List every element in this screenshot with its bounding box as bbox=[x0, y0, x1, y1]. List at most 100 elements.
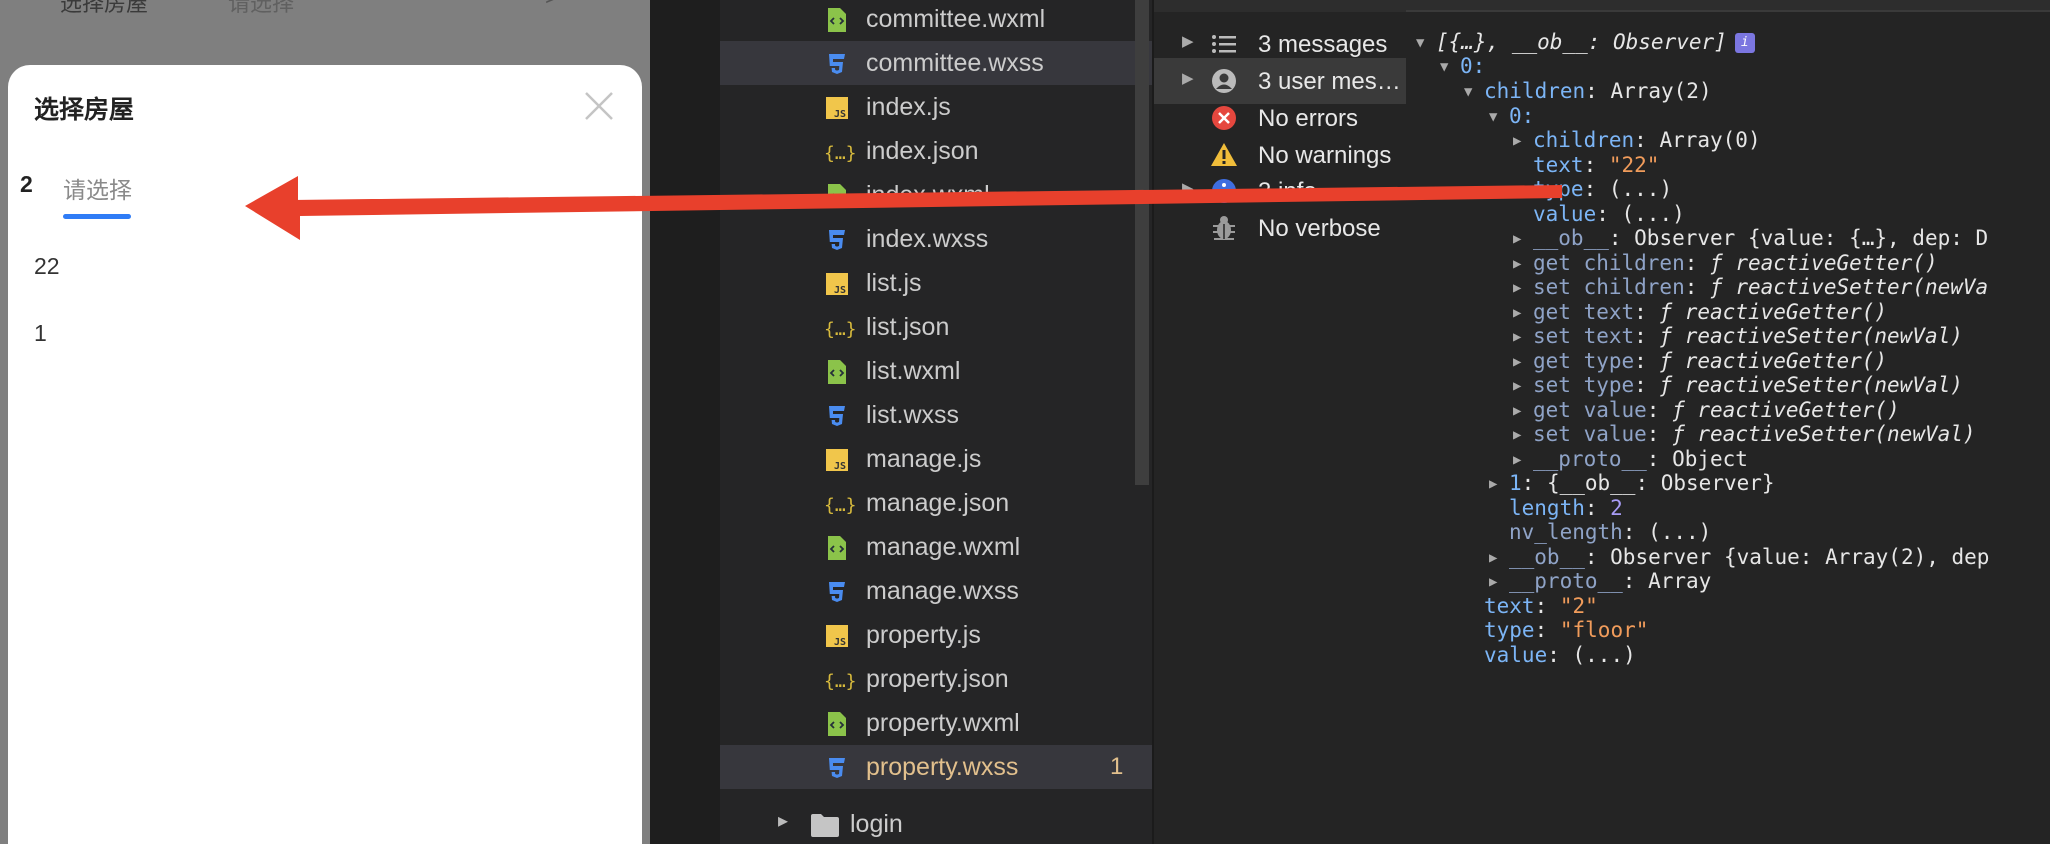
file-item[interactable]: {…} index.json bbox=[720, 129, 1152, 173]
prop-value: (...) bbox=[1648, 520, 1712, 544]
file-item[interactable]: committee.wxss bbox=[720, 41, 1152, 85]
file-name: list.json bbox=[866, 313, 950, 341]
node-key: 0: bbox=[1460, 54, 1486, 78]
js-file-icon: JS bbox=[824, 271, 850, 297]
close-icon[interactable] bbox=[582, 89, 616, 123]
file-item[interactable]: index.wxss bbox=[720, 217, 1152, 261]
node-value: reactiveSetter(newVal) bbox=[1697, 422, 1976, 446]
file-item[interactable]: manage.wxss bbox=[720, 569, 1152, 613]
node-key: children bbox=[1533, 128, 1635, 152]
filter-verbose[interactable]: No verbose bbox=[1154, 205, 1408, 251]
wxml-file-icon bbox=[824, 711, 850, 737]
file-name: index.js bbox=[866, 93, 951, 121]
prop-key: value bbox=[1484, 643, 1548, 667]
house-picker-sheet: 选择房屋 2 请选择 22 1 bbox=[8, 65, 642, 844]
console-sidebar: ▶ 3 messages ▶ 3 user mes… No errors No … bbox=[1152, 0, 1410, 844]
triangle-down-icon: ▼ bbox=[1416, 35, 1425, 51]
folder-icon bbox=[811, 814, 839, 837]
expand-triangle-icon: ▶ bbox=[1182, 33, 1194, 50]
file-item[interactable]: list.wxml bbox=[720, 349, 1152, 393]
file-item[interactable]: property.wxml bbox=[720, 701, 1152, 745]
prop-value: (...) bbox=[1572, 643, 1636, 667]
sheet-title: 选择房屋 bbox=[34, 96, 135, 124]
node-key: __proto__ bbox=[1509, 569, 1623, 593]
prop-key: type bbox=[1484, 618, 1535, 642]
file-explorer: committee.wxml committee.wxss JS index.js {…… bbox=[720, 0, 1152, 844]
js-file-icon: JS bbox=[824, 623, 850, 649]
file-name: property.wxss bbox=[866, 753, 1019, 781]
js-file-icon: JS bbox=[824, 447, 850, 473]
json-file-icon: {…} bbox=[824, 315, 857, 341]
svg-text:JS: JS bbox=[834, 461, 846, 472]
console-toolbar bbox=[1154, 0, 1408, 12]
bug-icon bbox=[1213, 216, 1235, 240]
node-value: Observer {value: {…}, dep: D bbox=[1634, 226, 1989, 250]
tree-prop[interactable]: value: (...) bbox=[1484, 640, 1636, 670]
file-item[interactable]: index.wxml bbox=[720, 173, 1152, 217]
file-item[interactable]: {…} list.json bbox=[720, 305, 1152, 349]
warning-icon bbox=[1211, 143, 1237, 166]
file-item[interactable]: committee.wxml bbox=[720, 0, 1152, 41]
node-key: set children bbox=[1533, 275, 1685, 299]
user-icon bbox=[1212, 69, 1236, 93]
svg-text:JS: JS bbox=[834, 109, 846, 120]
wxss-file-icon bbox=[824, 579, 850, 605]
prop-value: "floor" bbox=[1559, 618, 1649, 642]
file-name: property.js bbox=[866, 621, 981, 649]
expand-triangle-icon: ▶ bbox=[1182, 70, 1194, 87]
caret-right-icon: ▸ bbox=[778, 810, 789, 832]
file-item[interactable]: {…} manage.json bbox=[720, 481, 1152, 525]
option-item[interactable]: 1 bbox=[34, 320, 47, 347]
wxss-file-icon bbox=[824, 227, 850, 253]
prop-key: type bbox=[1533, 177, 1584, 201]
file-item[interactable]: {…} property.json bbox=[720, 657, 1152, 701]
node-value: reactiveSetter(newVal) bbox=[1684, 324, 1963, 348]
json-file-icon: {…} bbox=[824, 667, 857, 693]
file-name: property.json bbox=[866, 665, 1009, 693]
node-key: __ob__ bbox=[1533, 226, 1609, 250]
filter-label: No verbose bbox=[1258, 215, 1381, 242]
triangle-down-icon: ▼ bbox=[1464, 84, 1473, 100]
file-name: list.wxml bbox=[866, 357, 961, 385]
option-item[interactable]: 22 bbox=[34, 253, 60, 280]
triangle-right-icon: ▶ bbox=[1513, 133, 1522, 149]
node-key: 1 bbox=[1509, 471, 1522, 495]
triangle-right-icon: ▶ bbox=[1489, 476, 1498, 492]
file-item[interactable]: JS manage.js bbox=[720, 437, 1152, 481]
tab-current-select[interactable]: 请选择 bbox=[63, 171, 132, 205]
file-item[interactable]: list.wxss bbox=[720, 393, 1152, 437]
explorer-scrollbar[interactable] bbox=[1135, 0, 1149, 485]
wxss-file-icon bbox=[824, 403, 850, 429]
file-item[interactable]: manage.wxml bbox=[720, 525, 1152, 569]
tab-selected-floor[interactable]: 2 bbox=[20, 171, 33, 198]
file-name: manage.json bbox=[866, 489, 1010, 517]
triangle-down-icon: ▼ bbox=[1489, 109, 1498, 125]
file-name: manage.js bbox=[866, 445, 982, 473]
file-name: index.wxml bbox=[866, 181, 990, 209]
divider-gutter bbox=[650, 0, 720, 844]
file-name: list.wxss bbox=[866, 401, 960, 429]
wxml-file-icon bbox=[824, 359, 850, 385]
house-select-field[interactable]: 选择房屋 请选择 > bbox=[0, 0, 650, 30]
filter-label: No errors bbox=[1258, 105, 1359, 132]
file-name: manage.wxml bbox=[866, 533, 1021, 561]
folder-login[interactable]: ▸ login bbox=[720, 802, 1152, 844]
svg-text:{…}: {…} bbox=[824, 671, 856, 692]
node-value: Array(0) bbox=[1659, 128, 1761, 152]
file-name: committee.wxss bbox=[866, 49, 1044, 77]
node-value: reactiveSetter(newVal) bbox=[1684, 373, 1963, 397]
house-field-label: 选择房屋 bbox=[60, 0, 149, 16]
node-key: children bbox=[1484, 79, 1586, 103]
filter-label: 3 info bbox=[1258, 178, 1317, 205]
json-file-icon: {…} bbox=[824, 491, 857, 517]
file-item[interactable]: JS index.js bbox=[720, 85, 1152, 129]
info-badge-icon: i bbox=[1734, 33, 1755, 53]
problem-count-badge: 1 bbox=[1110, 753, 1124, 780]
folder-name: login bbox=[850, 810, 903, 838]
wxml-file-icon bbox=[824, 183, 850, 209]
file-item[interactable]: property.wxss 1 bbox=[720, 745, 1152, 789]
triangle-down-icon: ▼ bbox=[1440, 59, 1449, 75]
file-item[interactable]: JS property.js bbox=[720, 613, 1152, 657]
node-key: set text bbox=[1533, 324, 1635, 348]
file-item[interactable]: JS list.js bbox=[720, 261, 1152, 305]
